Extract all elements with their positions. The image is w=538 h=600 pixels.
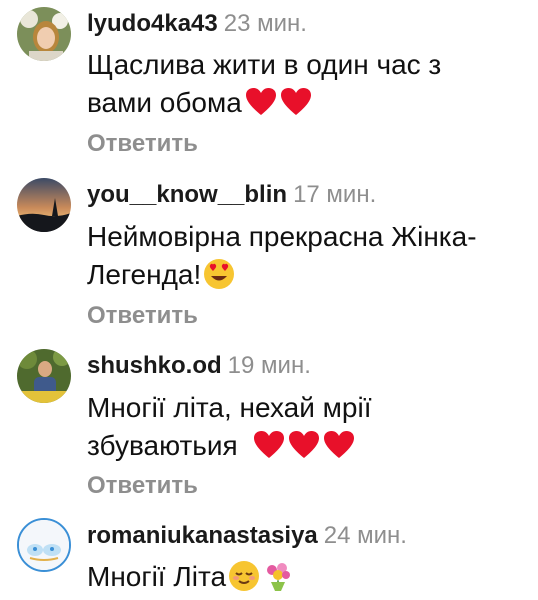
comment-text-line: Многії літа, нехай мрії xyxy=(87,392,372,423)
username[interactable]: shushko.od xyxy=(87,352,222,379)
avatar[interactable] xyxy=(17,349,71,403)
reply-button[interactable]: Ответить xyxy=(87,472,198,500)
comment-text-line: Легенда! xyxy=(87,259,202,290)
reply-button[interactable]: Ответить xyxy=(87,130,198,158)
heart-eyes-face-icon xyxy=(204,259,235,289)
comment-text: Щаслива жити в один час з вами обома xyxy=(87,46,527,122)
red-heart-icon xyxy=(288,431,319,458)
timestamp: 24 мин. xyxy=(323,522,407,549)
comment-text-line-with-emoji: збуваютьия xyxy=(87,427,527,465)
username[interactable]: you__know__blin xyxy=(87,181,287,208)
avatar[interactable] xyxy=(17,178,71,232)
comment-text-line: Многії Літа xyxy=(87,561,227,592)
username[interactable]: lyudo4ka43 xyxy=(87,10,218,37)
timestamp: 23 мин. xyxy=(223,10,307,37)
reply-button[interactable]: Ответить xyxy=(87,302,198,330)
comment-text-line: Неймовірна прекрасна Жінка- xyxy=(87,221,477,252)
username[interactable]: romaniukanastasiya xyxy=(87,522,318,549)
comment-header: shushko.od 19 мин. xyxy=(87,352,311,380)
comment-text: Многії Літа xyxy=(87,558,527,596)
comment-text-line-with-emoji: Легенда! xyxy=(87,256,527,294)
timestamp: 17 мин. xyxy=(293,181,377,208)
red-heart-icon xyxy=(253,431,284,458)
avatar[interactable] xyxy=(17,7,71,61)
timestamp: 19 мин. xyxy=(227,352,311,379)
comment-text-line-with-emoji: Многії Літа xyxy=(87,558,527,596)
comment-header: you__know__blin 17 мин. xyxy=(87,181,376,209)
avatar[interactable] xyxy=(17,518,71,572)
red-heart-icon xyxy=(280,88,311,115)
comment-text-line: Щаслива жити в один час з xyxy=(87,49,442,80)
comment-text: Неймовірна прекрасна Жінка- Легенда! xyxy=(87,218,527,294)
comment-text-line: збуваютьия xyxy=(87,430,238,461)
red-heart-icon xyxy=(245,88,276,115)
bouquet-icon xyxy=(267,563,291,591)
comment-header: romaniukanastasiya 24 мин. xyxy=(87,522,407,550)
red-heart-icon xyxy=(323,431,354,458)
relieved-face-icon xyxy=(229,561,260,591)
comment-text: Многії літа, нехай мрії збуваютьия xyxy=(87,389,527,465)
comment-text-line: вами обома xyxy=(87,87,242,118)
comment-text-line-with-emoji: вами обома xyxy=(87,84,527,122)
comment-header: lyudo4ka43 23 мин. xyxy=(87,10,307,38)
